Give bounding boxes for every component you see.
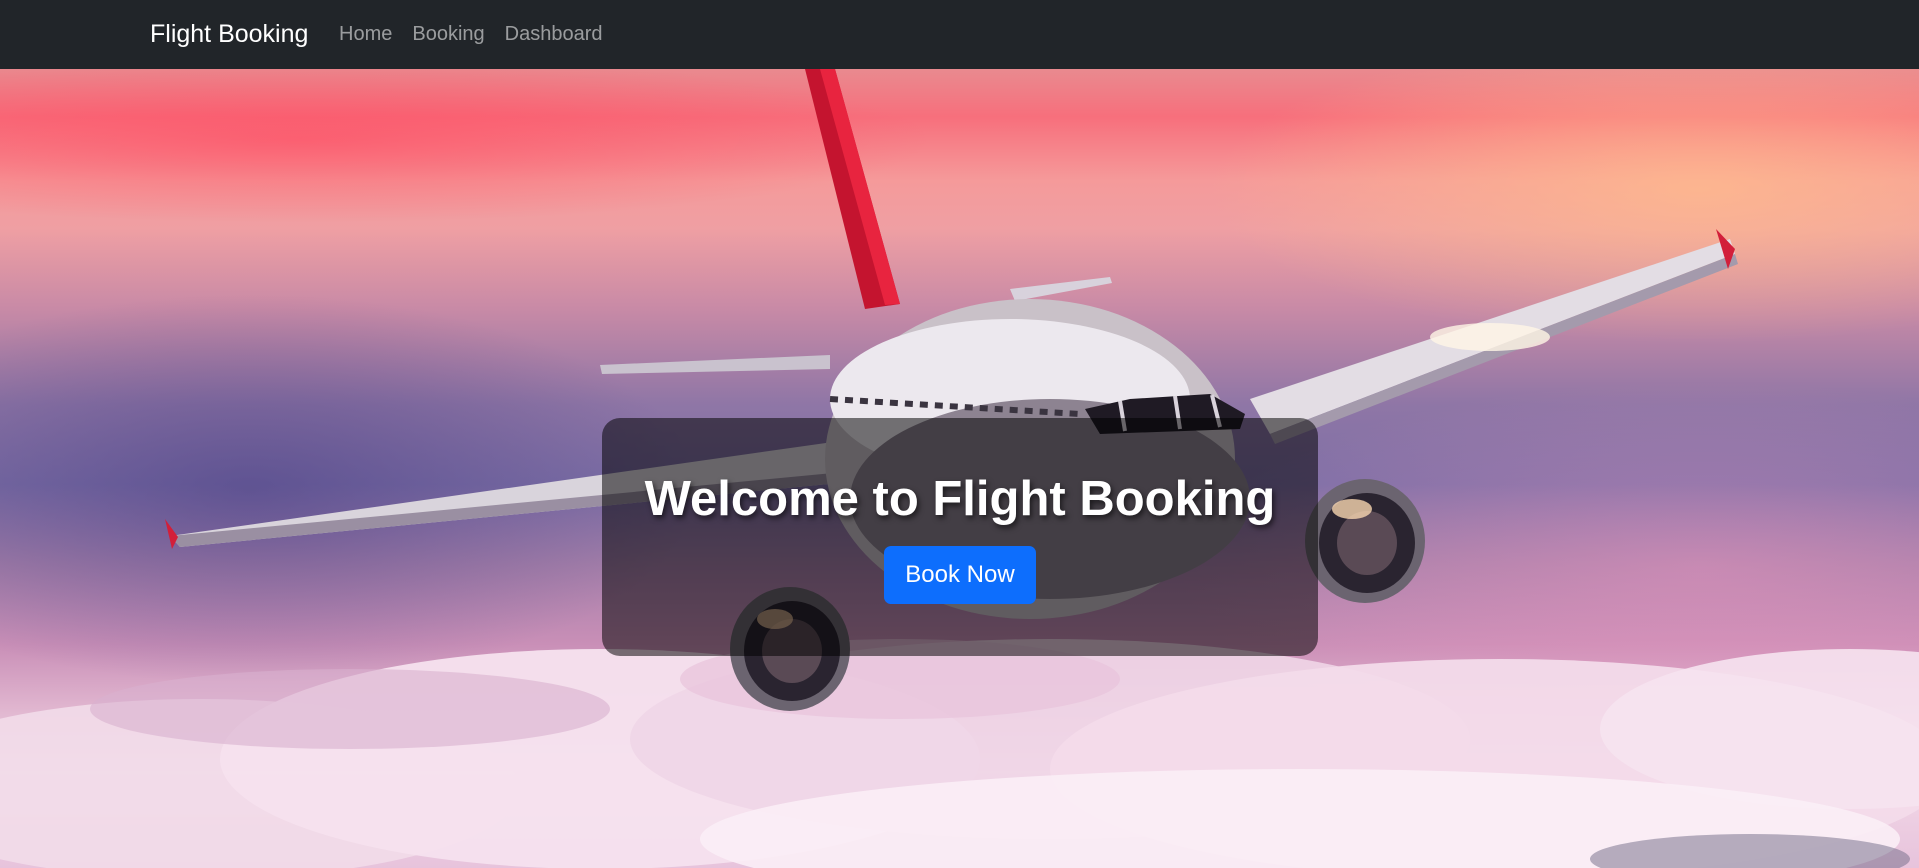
nav-links: Home Booking Dashboard	[339, 0, 622, 69]
book-now-button[interactable]: Book Now	[884, 546, 1036, 604]
hero-overlay-card: Welcome to Flight Booking Book Now	[602, 418, 1318, 656]
nav-link-booking[interactable]: Booking	[412, 23, 484, 46]
nav-link-home[interactable]: Home	[339, 23, 392, 46]
top-navbar: Flight Booking Home Booking Dashboard	[0, 0, 1919, 69]
hero-section: Welcome to Flight Booking Book Now	[0, 69, 1919, 868]
nav-link-dashboard[interactable]: Dashboard	[505, 23, 603, 46]
hero-title: Welcome to Flight Booking	[644, 472, 1276, 526]
navbar-brand[interactable]: Flight Booking	[150, 0, 308, 69]
